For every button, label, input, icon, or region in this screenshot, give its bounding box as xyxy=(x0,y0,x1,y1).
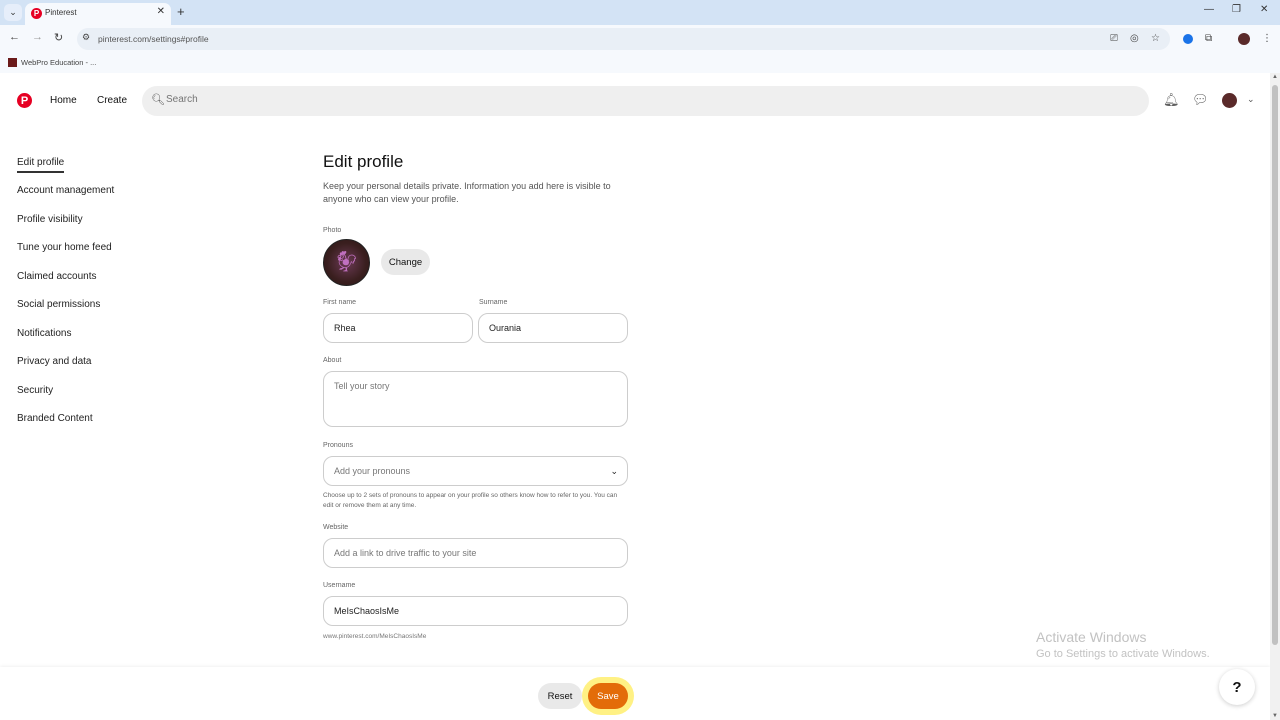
surname-field[interactable]: Ourania xyxy=(478,313,628,343)
new-tab-button[interactable]: + xyxy=(177,4,185,19)
pronouns-placeholder: Add your pronouns xyxy=(334,466,411,476)
sidebar-item-security[interactable]: Security xyxy=(17,385,53,396)
about-label: About xyxy=(323,357,342,364)
messages-icon[interactable]: 💬︎ xyxy=(1192,92,1209,108)
search-icon: 🔍︎ xyxy=(151,94,165,106)
action-footer: Reset Save ? xyxy=(0,667,1270,720)
browser-tab[interactable]: P Pinterest ✕ xyxy=(25,3,171,25)
watermark-subtitle: Go to Settings to activate Windows. xyxy=(1036,648,1210,660)
scroll-down-arrow-icon[interactable]: ▼ xyxy=(1272,713,1278,719)
sidebar-item-social-permissions[interactable]: Social permissions xyxy=(17,299,100,310)
chevron-down-icon: ⌄ xyxy=(610,466,618,476)
help-button[interactable]: ? xyxy=(1219,669,1255,705)
sidebar-item-account-management[interactable]: Account management xyxy=(17,185,114,196)
profile-photo: 🐓︎ xyxy=(323,239,370,286)
pronouns-label: Pronouns xyxy=(323,442,353,449)
surname-label: Surname xyxy=(479,299,508,306)
save-button[interactable]: Save xyxy=(588,683,628,709)
tab-title: Pinterest xyxy=(45,8,77,17)
nav-home[interactable]: Home xyxy=(50,95,77,106)
extension-icon[interactable] xyxy=(1183,34,1193,44)
address-bar[interactable]: ⚙ pinterest.com/settings#profile ⎚ ◎ ☆ xyxy=(77,28,1170,50)
install-app-icon[interactable]: ⎚ xyxy=(1110,33,1118,44)
username-url: www.pinterest.com/MeIsChaosIsMe xyxy=(323,633,427,640)
pronouns-help-text: Choose up to 2 sets of pronouns to appea… xyxy=(323,492,618,509)
pinterest-logo-icon[interactable]: P xyxy=(17,93,32,108)
sidebar-item-notifications[interactable]: Notifications xyxy=(17,328,71,339)
url-text[interactable]: pinterest.com/settings#profile xyxy=(98,34,209,44)
pronouns-select[interactable]: Add your pronouns ⌄ xyxy=(323,456,628,486)
sidebar-item-tune-home-feed[interactable]: Tune your home feed xyxy=(17,242,112,253)
pinterest-page: P Home Create 🔍︎ 🔔︎ 💬︎ ⌄ Edit profile Ac… xyxy=(0,73,1270,720)
rooster-image-icon: 🐓︎ xyxy=(334,251,360,273)
search-input[interactable] xyxy=(166,94,1066,105)
site-info-icon[interactable]: ⚙ xyxy=(82,32,90,43)
page-scrollbar[interactable]: ▲ ▼ xyxy=(1270,73,1280,720)
pinterest-favicon-icon: P xyxy=(31,8,42,19)
website-field[interactable]: Add a link to drive traffic to your site xyxy=(323,538,628,568)
sidebar-item-claimed-accounts[interactable]: Claimed accounts xyxy=(17,271,96,282)
username-label: Username xyxy=(323,582,356,589)
reset-button[interactable]: Reset xyxy=(538,683,582,709)
watermark-title: Activate Windows xyxy=(1036,629,1147,645)
notifications-bell-icon[interactable]: 🔔︎ xyxy=(1163,92,1180,108)
bookmark-item[interactable]: WebPro Education - ... xyxy=(21,58,96,67)
website-label: Website xyxy=(323,524,349,531)
reload-icon[interactable]: ↻ xyxy=(54,31,63,44)
browser-tabstrip: ⌄ P Pinterest ✕ + — ❐ ✕ xyxy=(0,0,1280,25)
tab-list-button[interactable]: ⌄ xyxy=(4,4,22,21)
about-textarea[interactable]: Tell your story xyxy=(323,371,628,427)
bookmark-star-icon[interactable]: ☆ xyxy=(1151,33,1160,44)
sidebar-item-edit-profile[interactable]: Edit profile xyxy=(17,157,65,173)
bookmarks-bar: WebPro Education - ... xyxy=(0,53,1280,73)
chrome-profile-avatar[interactable] xyxy=(1238,33,1250,45)
back-icon[interactable]: ← xyxy=(9,31,20,43)
windows-activation-watermark: Activate Windows Go to Settings to activ… xyxy=(1036,629,1210,660)
forward-icon[interactable]: → xyxy=(32,31,43,43)
profile-avatar[interactable] xyxy=(1222,93,1237,108)
nav-create[interactable]: Create xyxy=(97,95,127,106)
scrollbar-thumb[interactable] xyxy=(1272,85,1278,645)
sidebar-item-privacy-and-data[interactable]: Privacy and data xyxy=(17,356,92,367)
sidebar-item-profile-visibility[interactable]: Profile visibility xyxy=(17,214,83,225)
minimize-icon[interactable]: — xyxy=(1204,4,1214,15)
first-name-label: First name xyxy=(323,299,357,306)
page-subtitle: Keep your personal details private. Info… xyxy=(323,181,611,204)
photo-label: Photo xyxy=(323,227,342,234)
scroll-up-arrow-icon[interactable]: ▲ xyxy=(1272,74,1278,80)
browser-toolbar: ← → ↻ ⚙ pinterest.com/settings#profile ⎚… xyxy=(0,25,1280,53)
change-photo-button[interactable]: Change xyxy=(381,249,430,275)
close-window-icon[interactable]: ✕ xyxy=(1260,4,1268,15)
username-field[interactable]: MeIsChaosIsMe xyxy=(323,596,628,626)
tracking-protection-icon[interactable]: ◎ xyxy=(1130,33,1139,44)
search-bar[interactable]: 🔍︎ xyxy=(142,86,1149,116)
restore-icon[interactable]: ❐ xyxy=(1232,4,1241,15)
page-title: Edit profile xyxy=(323,152,404,171)
bookmark-favicon-icon xyxy=(8,58,17,67)
first-name-field[interactable]: Rhea xyxy=(323,313,473,343)
chrome-menu-icon[interactable]: ⋮ xyxy=(1262,33,1272,44)
sidebar-item-branded-content[interactable]: Branded Content xyxy=(17,413,93,424)
account-chevron-down-icon[interactable]: ⌄ xyxy=(1247,94,1255,105)
extensions-icon[interactable]: ⧉ xyxy=(1205,33,1212,44)
close-tab-icon[interactable]: ✕ xyxy=(157,6,165,17)
